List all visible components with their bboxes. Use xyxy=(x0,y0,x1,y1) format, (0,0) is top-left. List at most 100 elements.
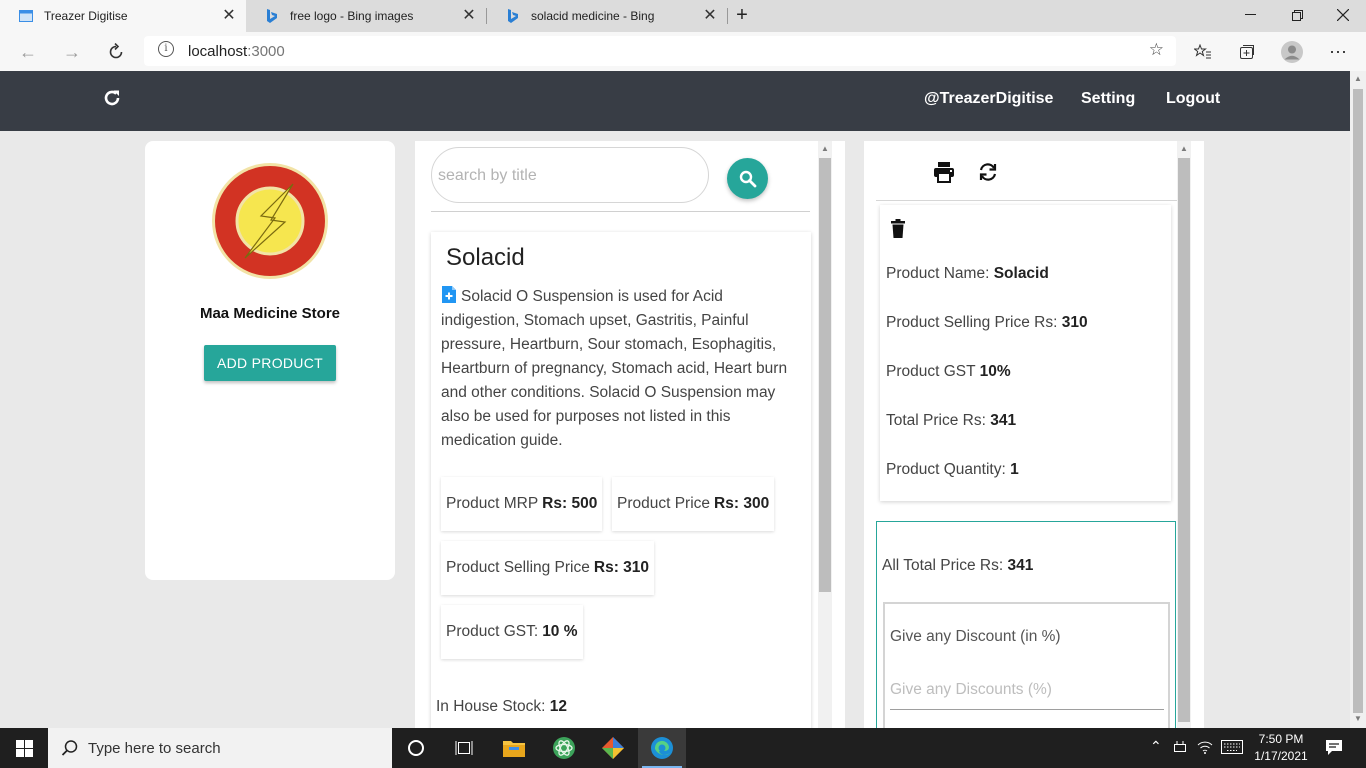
system-clock[interactable]: 7:50 PM 1/17/2021 xyxy=(1248,731,1314,765)
favorite-star-icon[interactable]: ☆ xyxy=(1149,40,1164,60)
print-icon[interactable] xyxy=(933,161,955,183)
cart-total-price: Total Price Rs: 341 xyxy=(886,412,1017,429)
gst-chip: Product GST: 10 % xyxy=(441,605,583,659)
reload-icon[interactable] xyxy=(100,36,132,68)
scroll-up-icon[interactable]: ▲ xyxy=(821,144,829,153)
username-link[interactable]: @TreazerDigitise xyxy=(924,90,1053,108)
divider xyxy=(431,211,810,212)
site-info-icon[interactable]: i xyxy=(158,41,174,57)
close-tab-icon[interactable]: ✕ xyxy=(460,7,478,25)
cart-selling-price: Product Selling Price Rs: 310 xyxy=(886,314,1088,331)
url-text: localhost:3000 xyxy=(188,43,285,60)
price-chip: Product Price Rs: 300 xyxy=(612,477,775,531)
logout-link[interactable]: Logout xyxy=(1166,90,1220,108)
cart-gst: Product GST 10% xyxy=(886,363,1011,380)
cart-quantity: Product Quantity: 1 xyxy=(886,461,1019,478)
product-list-panel: Solacid Solacid O Suspension is used for… xyxy=(415,141,845,728)
sync-icon[interactable] xyxy=(977,161,999,183)
search-button[interactable] xyxy=(727,158,768,199)
show-hidden-icons-chevron-icon[interactable]: ⌃ xyxy=(1150,738,1162,755)
refresh-icon[interactable] xyxy=(101,87,123,109)
all-total-price: All Total Price Rs: 341 xyxy=(882,557,1034,574)
taskbar-search[interactable]: Type here to search xyxy=(48,728,392,768)
cart-scrollbar[interactable]: ▲ xyxy=(1177,141,1191,728)
close-tab-icon[interactable]: ✕ xyxy=(220,7,238,25)
search-input[interactable] xyxy=(438,164,688,188)
add-product-button[interactable]: ADD PRODUCT xyxy=(204,345,336,381)
browser-toolbar: ← → i localhost:3000 ☆ ⋯ xyxy=(0,32,1366,71)
bing-icon xyxy=(264,8,280,24)
tab-solacid-medicine[interactable]: solacid medicine - Bing ✕ xyxy=(487,0,727,32)
file-explorer-icon[interactable] xyxy=(490,728,538,768)
discount-box: Give any Discount (in %) xyxy=(883,602,1170,728)
close-tab-icon[interactable]: ✕ xyxy=(701,7,719,25)
cart-item-card: Product Name: Solacid Product Selling Pr… xyxy=(880,205,1171,501)
page-scrollbar[interactable]: ▲ ▼ xyxy=(1350,71,1366,728)
notifications-icon[interactable] xyxy=(1325,738,1343,759)
browser-tab-strip: Treazer Digitise ✕ free logo - Bing imag… xyxy=(0,0,1366,32)
in-house-stock: In House Stock: 12 xyxy=(436,698,567,715)
collections-icon[interactable] xyxy=(1235,40,1259,64)
forward-icon[interactable]: → xyxy=(56,36,88,68)
scroll-thumb[interactable] xyxy=(819,158,831,592)
windows-logo-icon xyxy=(15,739,33,757)
setting-link[interactable]: Setting xyxy=(1081,90,1135,108)
tab-title: solacid medicine - Bing xyxy=(531,9,655,23)
keyboard-icon[interactable] xyxy=(1221,740,1243,757)
clock-time: 7:50 PM xyxy=(1258,732,1304,746)
network-device-icon[interactable] xyxy=(1172,740,1188,757)
edge-browser-icon[interactable] xyxy=(638,728,686,768)
discount-input[interactable] xyxy=(890,670,1164,710)
new-tab-icon[interactable]: + xyxy=(730,0,754,30)
cart-toolbar xyxy=(876,141,1188,201)
task-view-icon[interactable] xyxy=(440,728,488,768)
wifi-icon[interactable] xyxy=(1197,740,1213,757)
page-icon xyxy=(18,8,34,24)
tab-title: free logo - Bing images xyxy=(290,9,414,23)
git-app-icon[interactable] xyxy=(589,728,637,768)
close-window-icon[interactable] xyxy=(1320,0,1366,30)
scroll-down-icon[interactable]: ▼ xyxy=(1354,714,1362,723)
scroll-up-icon[interactable]: ▲ xyxy=(1354,74,1362,83)
cart-product-name: Product Name: Solacid xyxy=(886,265,1049,282)
taskbar-search-text: Type here to search xyxy=(88,740,221,757)
search-icon xyxy=(739,170,756,187)
favorites-icon[interactable] xyxy=(1191,40,1215,64)
back-icon[interactable]: ← xyxy=(12,36,44,68)
atom-app-icon[interactable] xyxy=(540,728,588,768)
product-card: Solacid Solacid O Suspension is used for… xyxy=(431,232,811,728)
restore-icon[interactable] xyxy=(1274,0,1320,30)
more-menu-icon[interactable]: ⋯ xyxy=(1326,40,1350,64)
tab-title: Treazer Digitise xyxy=(44,9,128,23)
clock-date: 1/17/2021 xyxy=(1254,749,1308,763)
tab-separator xyxy=(727,8,728,24)
scroll-thumb[interactable] xyxy=(1178,158,1190,722)
selling-price-chip: Product Selling Price Rs: 310 xyxy=(441,541,655,595)
store-name: Maa Medicine Store xyxy=(199,305,341,322)
store-card: Maa Medicine Store ADD PRODUCT xyxy=(145,141,395,580)
windows-taskbar: Type here to search ⌃ 7:50 PM 1/17/2021 xyxy=(0,728,1366,768)
mrp-chip: Product MRP Rs: 500 xyxy=(441,477,603,531)
scroll-up-icon[interactable]: ▲ xyxy=(1180,144,1188,153)
product-description: Solacid O Suspension is used for Acid in… xyxy=(441,285,801,453)
search-box xyxy=(431,147,709,203)
search-icon xyxy=(61,740,78,756)
start-button[interactable] xyxy=(0,728,48,768)
minimize-icon[interactable] xyxy=(1227,0,1273,30)
profile-avatar-icon[interactable] xyxy=(1280,40,1304,64)
store-logo xyxy=(212,163,328,279)
address-bar[interactable]: i localhost:3000 ☆ xyxy=(144,36,1176,66)
product-list-scrollbar[interactable]: ▲ xyxy=(818,141,832,728)
scroll-thumb[interactable] xyxy=(1353,89,1363,713)
totals-box: All Total Price Rs: 341 Give any Discoun… xyxy=(876,521,1176,728)
app-header: @TreazerDigitise Setting Logout xyxy=(0,71,1350,131)
tab-free-logo[interactable]: free logo - Bing images ✕ xyxy=(246,0,486,32)
bing-icon xyxy=(505,8,521,24)
tab-treazer-digitise[interactable]: Treazer Digitise ✕ xyxy=(0,0,246,32)
product-title: Solacid xyxy=(446,244,525,271)
cortana-icon[interactable] xyxy=(392,728,440,768)
add-document-icon[interactable] xyxy=(441,285,457,304)
cart-panel: Product Name: Solacid Product Selling Pr… xyxy=(864,141,1204,728)
discount-label: Give any Discount (in %) xyxy=(890,628,1061,645)
trash-icon[interactable] xyxy=(890,219,906,238)
